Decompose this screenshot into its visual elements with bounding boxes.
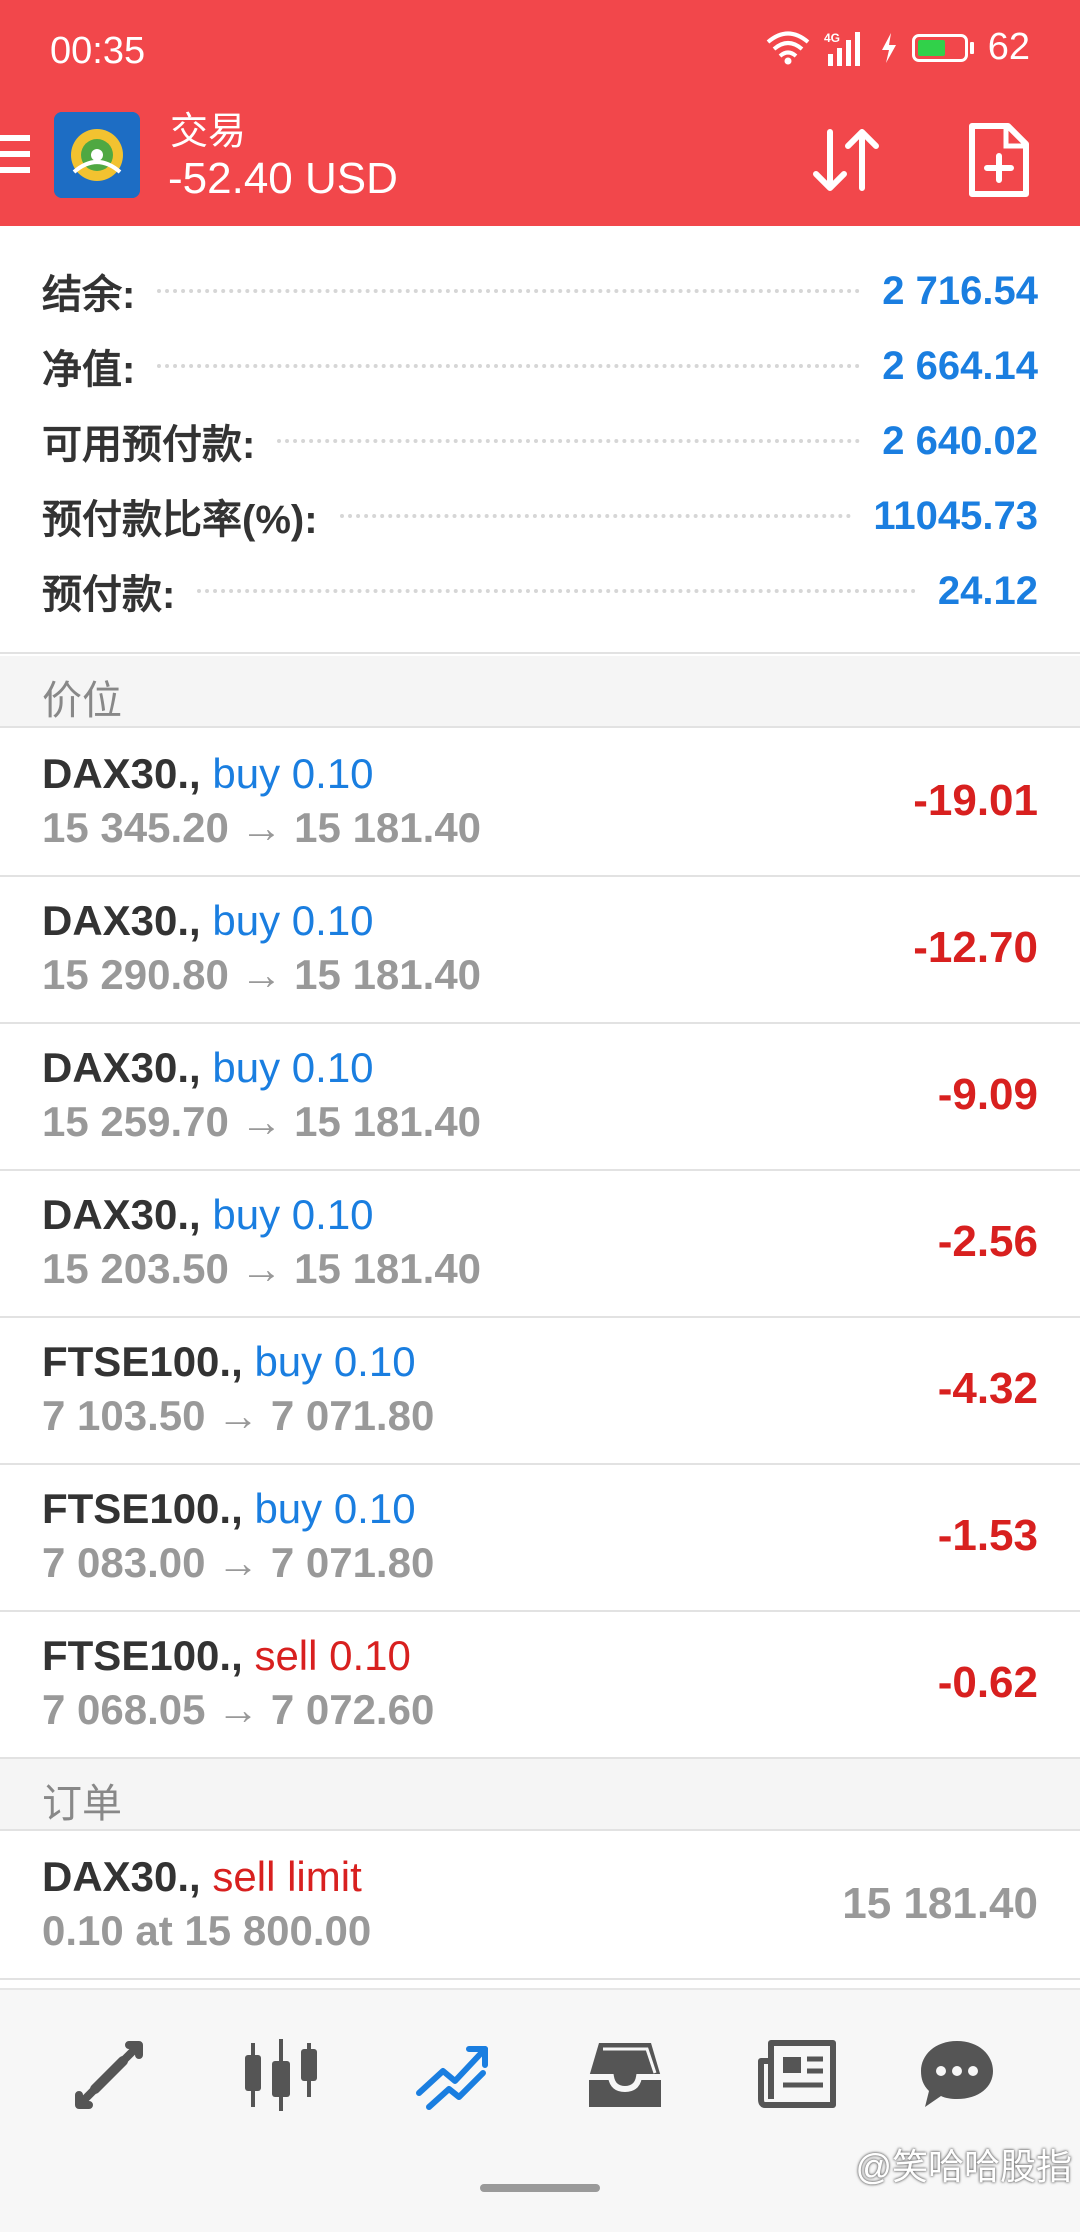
summary-row-balance: 结余: 2 716.54	[42, 261, 1038, 321]
summary-value: 24.12	[937, 568, 1038, 613]
summary-row-equity: 净值: 2 664.14	[42, 336, 1038, 396]
signal-icon: 4G	[824, 31, 860, 66]
battery-level: 62	[987, 26, 1030, 68]
order-detail: 0.10 at 15 800.00	[42, 1907, 372, 1954]
summary-label: 预付款:	[42, 573, 176, 617]
app-bar: 交易 -52.40 USD	[0, 100, 1080, 226]
summary-row-free-margin: 可用预付款: 2 640.02	[42, 411, 1038, 471]
position-profit: -19.01	[913, 776, 1038, 825]
order-symbol: DAX30.,	[42, 1853, 201, 1900]
menu-icon[interactable]	[0, 135, 30, 181]
position-side: buy 0.10	[254, 1485, 416, 1532]
position-symbol: FTSE100.,	[42, 1338, 243, 1385]
position-side: buy 0.10	[212, 1191, 374, 1238]
position-row[interactable]: DAX30., buy 0.10 15 259.70 → 15 181.40 -…	[0, 1024, 1080, 1171]
position-side: sell 0.10	[254, 1632, 411, 1679]
position-prices: 15 345.20 → 15 181.40	[42, 804, 482, 851]
top-header: 00:35 4G 62 交易 -52.40 USD	[0, 0, 1080, 226]
position-row[interactable]: DAX30., buy 0.10 15 203.50 → 15 181.40 -…	[0, 1171, 1080, 1318]
position-prices: 7 068.05 → 7 072.60	[42, 1686, 435, 1733]
order-type: sell limit	[212, 1853, 362, 1900]
summary-label: 结余:	[42, 273, 136, 317]
position-row[interactable]: FTSE100., buy 0.10 7 103.50 → 7 071.80 -…	[0, 1318, 1080, 1465]
section-title: 价位	[42, 679, 122, 723]
position-profit: -4.32	[937, 1364, 1038, 1413]
status-icons: 4G 62	[766, 26, 1030, 69]
dotted-leader	[197, 589, 916, 593]
section-header-positions: 价位	[0, 656, 1080, 728]
summary-row-margin-level: 预付款比率(%): 11045.73	[42, 486, 1038, 546]
position-side: buy 0.10	[212, 897, 374, 944]
sort-icon[interactable]	[806, 120, 886, 200]
dotted-leader	[277, 439, 861, 443]
dotted-leader	[157, 364, 861, 368]
home-indicator[interactable]	[480, 2184, 600, 2192]
summary-value: 2 640.02	[882, 418, 1038, 463]
position-prices: 7 083.00 → 7 071.80	[42, 1539, 435, 1586]
position-symbol: FTSE100.,	[42, 1485, 243, 1532]
position-profit: -2.56	[937, 1217, 1038, 1266]
section-title: 订单	[42, 1782, 122, 1826]
position-symbol: FTSE100.,	[42, 1632, 243, 1679]
trade-icon[interactable]	[408, 2030, 498, 2120]
news-icon[interactable]	[752, 2030, 842, 2120]
position-prices: 15 203.50 → 15 181.40	[42, 1245, 482, 1292]
position-symbol: DAX30.,	[42, 897, 201, 944]
summary-label: 可用预付款:	[42, 423, 256, 467]
quotes-icon[interactable]	[64, 2030, 154, 2120]
battery-icon	[911, 33, 974, 62]
position-side: buy 0.10	[254, 1338, 416, 1385]
page-title: 交易	[170, 111, 247, 153]
summary-label: 预付款比率(%):	[42, 498, 318, 542]
position-profit: -0.62	[937, 1658, 1038, 1707]
order-row[interactable]: DAX30., sell limit 0.10 at 15 800.00 15 …	[0, 1833, 1080, 1980]
section-header-orders: 订单	[0, 1759, 1080, 1831]
position-profit: -12.70	[913, 923, 1038, 972]
position-profit: -1.53	[937, 1511, 1038, 1560]
position-row[interactable]: FTSE100., sell 0.10 7 068.05 → 7 072.60 …	[0, 1612, 1080, 1759]
position-symbol: DAX30.,	[42, 1191, 201, 1238]
position-prices: 15 259.70 → 15 181.40	[42, 1098, 482, 1145]
summary-value: 2 664.14	[882, 343, 1038, 388]
history-icon[interactable]	[580, 2030, 670, 2120]
position-row[interactable]: DAX30., buy 0.10 15 345.20 → 15 181.40 -…	[0, 730, 1080, 877]
status-time: 00:35	[50, 30, 146, 72]
position-prices: 15 290.80 → 15 181.40	[42, 951, 482, 998]
position-side: buy 0.10	[212, 1044, 374, 1091]
dotted-leader	[339, 514, 852, 518]
app-logo	[54, 112, 140, 198]
svg-text:4G: 4G	[824, 31, 840, 45]
position-symbol: DAX30.,	[42, 1044, 201, 1091]
watermark: @笑哈哈股指	[855, 2146, 1072, 2187]
charging-icon	[881, 32, 896, 63]
summary-value: 2 716.54	[882, 268, 1038, 313]
order-current-price: 15 181.40	[842, 1879, 1038, 1928]
summary-label: 净值:	[42, 348, 136, 392]
bottom-navigation: @笑哈哈股指	[0, 1988, 1080, 2232]
position-symbol: DAX30.,	[42, 750, 201, 797]
position-row[interactable]: FTSE100., buy 0.10 7 083.00 → 7 071.80 -…	[0, 1465, 1080, 1612]
chart-icon[interactable]	[236, 2030, 326, 2120]
wifi-icon	[766, 31, 810, 64]
position-side: buy 0.10	[212, 750, 374, 797]
dotted-leader	[157, 289, 861, 293]
summary-row-margin: 预付款: 24.12	[42, 561, 1038, 621]
summary-value: 11045.73	[873, 493, 1038, 538]
chat-icon[interactable]	[912, 2030, 1002, 2120]
position-row[interactable]: DAX30., buy 0.10 15 290.80 → 15 181.40 -…	[0, 877, 1080, 1024]
new-order-icon[interactable]	[966, 120, 1032, 200]
position-profit: -9.09	[937, 1070, 1038, 1119]
account-summary: 结余: 2 716.54 净值: 2 664.14 可用预付款: 2 640.0…	[0, 230, 1080, 654]
position-prices: 7 103.50 → 7 071.80	[42, 1392, 435, 1439]
status-bar: 00:35 4G 62	[0, 0, 1080, 110]
floating-profit: -52.40 USD	[168, 154, 398, 203]
